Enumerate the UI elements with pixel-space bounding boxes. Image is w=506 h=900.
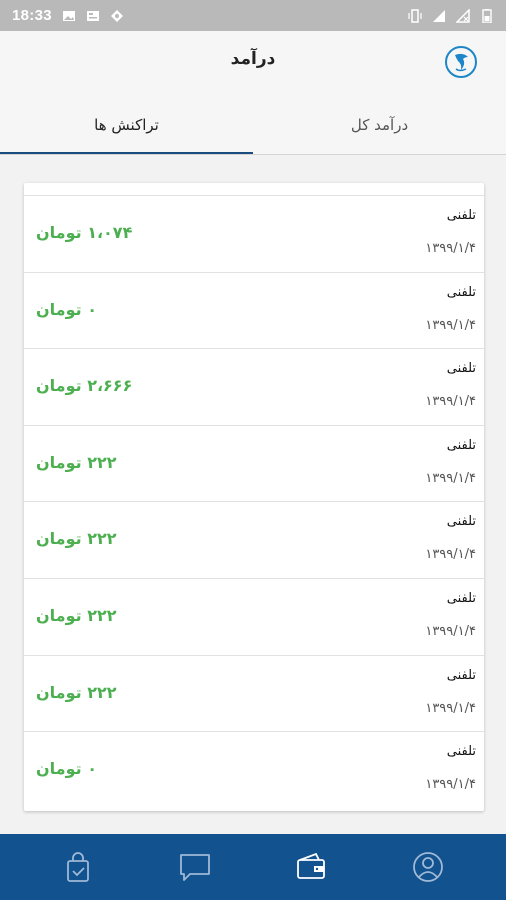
- vibrate-icon: [408, 8, 422, 23]
- transaction-type: تلفنی: [446, 667, 476, 683]
- transaction-date: ۱۳۹۹/۱/۴: [425, 241, 476, 256]
- transaction-amount: ۲۲۲ تومان: [36, 682, 117, 702]
- transaction-date: ۱۳۹۹/۱/۴: [425, 547, 476, 563]
- transaction-date: ۱۳۹۹/۱/۴: [425, 700, 476, 716]
- status-bar: 18:33: [0, 0, 506, 31]
- transaction-type: تلفنی: [446, 514, 476, 530]
- tab-bar: تراکنش ها درآمد کل: [0, 94, 506, 155]
- transaction-row[interactable]: تلفنی ۱۳۹۹/۱/۴ ۱،۰۷۴ تومان: [24, 196, 484, 273]
- nav-chat[interactable]: [165, 837, 225, 897]
- nav-wallet[interactable]: [281, 837, 341, 897]
- transaction-row[interactable]: تلفنی ۱۳۹۹/۱/۴ ۲۲۲ تومان: [24, 502, 484, 579]
- wallet-icon: [297, 852, 326, 879]
- transaction-amount: ۲۲۲ تومان: [36, 529, 117, 549]
- transaction-row[interactable]: تلفنی ۱۳۹۹/۱/۴ ۲،۶۶۶ تومان: [24, 349, 484, 426]
- shopping-bag-icon: [67, 852, 90, 882]
- transaction-date: ۱۳۹۹/۱/۴: [425, 470, 476, 486]
- transaction-amount: ۰ تومان: [36, 759, 97, 779]
- bottom-navigation: [0, 834, 506, 900]
- transaction-type: تلفنی: [446, 437, 476, 453]
- transaction-amount: ۲۲۲ تومان: [36, 605, 117, 625]
- nav-shop[interactable]: [48, 837, 108, 897]
- transaction-amount: ۲،۶۶۶ تومان: [36, 376, 133, 396]
- profile-icon: [412, 852, 443, 882]
- chat-icon: [179, 854, 210, 881]
- transaction-row[interactable]: تلفنی ۱۳۹۹/۱/۴ ۲۲۲ تومان: [24, 656, 484, 733]
- signal-icon: [433, 9, 445, 22]
- transaction-row[interactable]: تلفنی ۱۳۹۹/۱/۴ ۲۲۲ تومان: [24, 579, 484, 656]
- transactions-list[interactable]: تلفنی ۱۳۹۹/۱/۴ ۱،۰۷۴ تومان تلفنی ۱۳۹۹/۱/…: [24, 183, 484, 811]
- transaction-type: تلفنی: [446, 284, 476, 300]
- news-icon: [86, 10, 99, 21]
- no-sim-icon: [456, 8, 470, 23]
- image-icon: [62, 10, 75, 21]
- transaction-type: تلفنی: [446, 744, 476, 760]
- transaction-type: تلفنی: [446, 208, 476, 223]
- transaction-type: تلفنی: [446, 590, 476, 606]
- transaction-date: ۱۳۹۹/۱/۴: [425, 777, 476, 793]
- transaction-row[interactable]: تلفنی ۱۳۹۹/۱/۴ ۰ تومان: [24, 273, 484, 350]
- battery-icon: [482, 8, 492, 23]
- status-time: 18:33: [12, 7, 52, 24]
- app-logo-icon[interactable]: [444, 45, 478, 79]
- transaction-date: ۱۳۹۹/۱/۴: [425, 623, 476, 639]
- transaction-row[interactable]: تلفنی ۱۳۹۹/۱/۴ ۰ تومان: [24, 732, 484, 809]
- tab-total-income[interactable]: درآمد کل: [253, 94, 506, 155]
- tabs-divider: [0, 154, 506, 155]
- transaction-type: تلفنی: [446, 361, 476, 377]
- location-icon: [110, 9, 123, 22]
- page-title: درآمد: [230, 49, 276, 69]
- nav-profile[interactable]: [398, 837, 458, 897]
- tab-transactions[interactable]: تراکنش ها: [0, 94, 253, 155]
- transaction-date: ۱۳۹۹/۱/۴: [425, 394, 476, 410]
- transaction-date: ۱۳۹۹/۱/۴: [425, 317, 476, 333]
- transaction-amount: ۲۲۲ تومان: [36, 452, 117, 472]
- transaction-row[interactable]: تلفنی ۱۳۹۹/۱/۴ ۲۲۲ تومان: [24, 426, 484, 503]
- transaction-amount: ۱،۰۷۴ تومان: [36, 223, 133, 242]
- transaction-amount: ۰ تومان: [36, 299, 97, 319]
- app-bar: درآمد: [0, 31, 506, 94]
